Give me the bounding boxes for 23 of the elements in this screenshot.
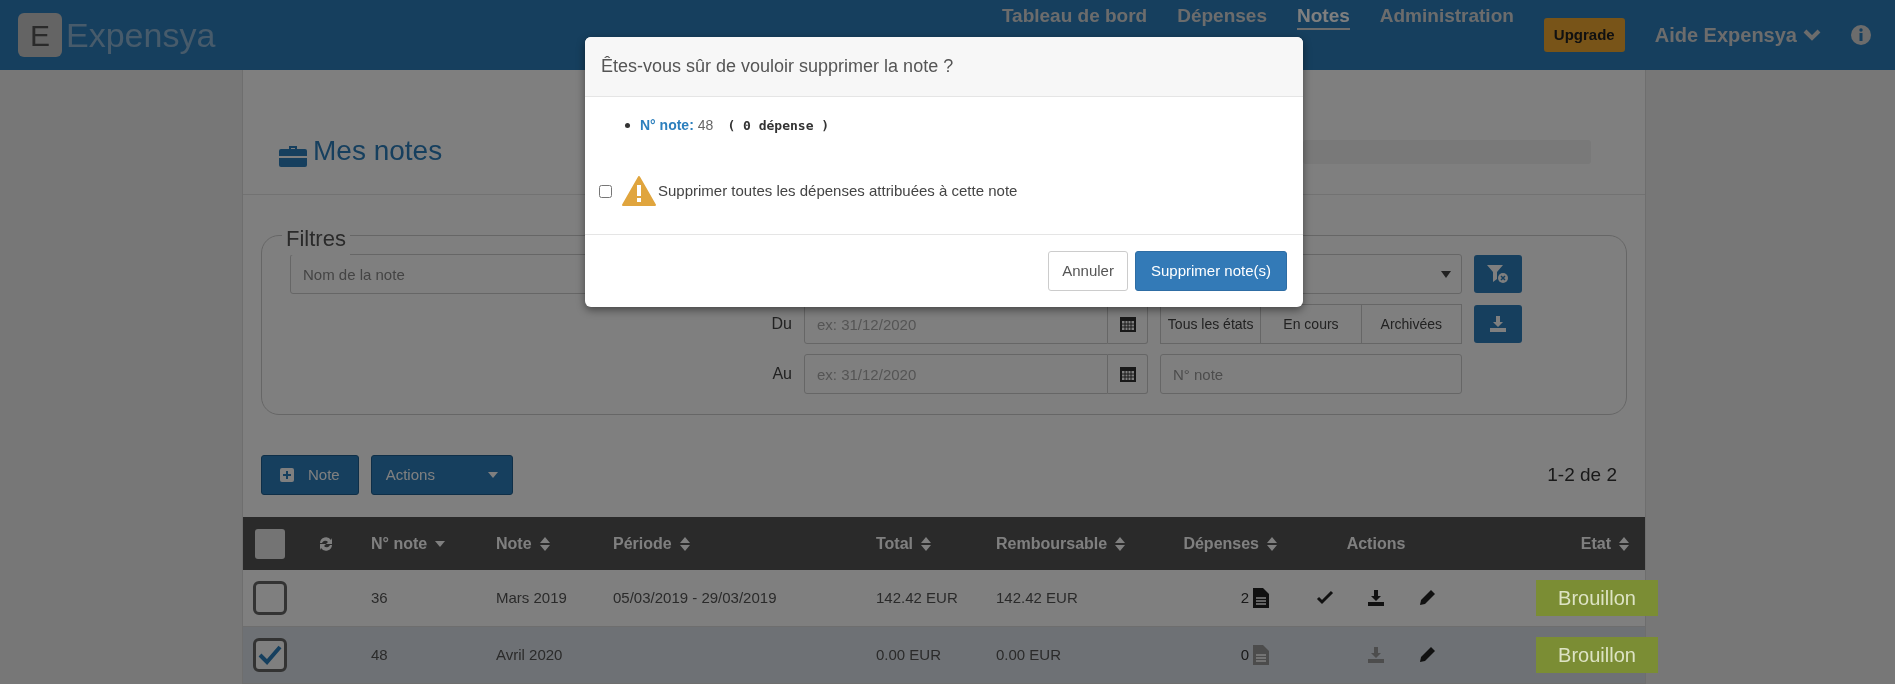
refundable-amount: 142.42 EUR bbox=[996, 587, 1079, 608]
logo-letter: E bbox=[30, 17, 50, 54]
note-number-label: N° note: bbox=[640, 116, 694, 135]
note-number-value: 48 bbox=[697, 116, 714, 135]
note-name: Mars 2019 bbox=[496, 587, 568, 608]
note-number: 36 bbox=[371, 587, 389, 608]
expense-count-text: ( 0 dépense ) bbox=[727, 116, 830, 135]
status-badge: Brouillon bbox=[1536, 637, 1658, 673]
total-amount: 0.00 EUR bbox=[876, 644, 943, 665]
page-title: Mes notes bbox=[313, 134, 443, 168]
note-period: 05/03/2019 - 29/03/2019 bbox=[613, 587, 778, 608]
status-badge: Brouillon bbox=[1536, 580, 1658, 616]
refundable-amount: 0.00 EUR bbox=[996, 644, 1063, 665]
to-label: Au bbox=[771, 364, 792, 384]
expense-count: 2 bbox=[1240, 587, 1249, 608]
pagination-info: 1-2 de 2 bbox=[1547, 462, 1617, 487]
note-number: 48 bbox=[371, 644, 389, 665]
checkbox-label: Supprimer toutes les dépenses attribuées à cette note bbox=[658, 180, 1018, 201]
note-name: Avril 2020 bbox=[496, 644, 564, 665]
total-amount: 142.42 EUR bbox=[876, 587, 959, 608]
expense-count: 0 bbox=[1240, 644, 1249, 665]
from-label: Du bbox=[770, 314, 792, 334]
dialog-title: Êtes-vous sûr de vouloir supprimer la note ? bbox=[601, 55, 954, 78]
